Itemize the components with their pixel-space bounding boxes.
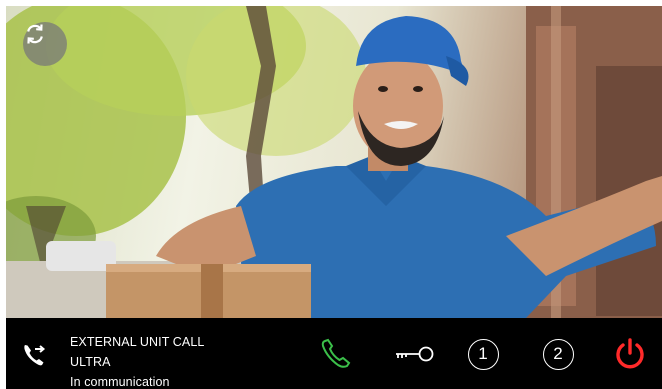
phone-answer-icon [321,338,351,368]
call-info: EXTERNAL UNIT CALL ULTRA In communicatio… [70,332,204,389]
relay-1-label: 1 [467,338,499,370]
intercom-screen: EXTERNAL UNIT CALL ULTRA In communicatio… [6,6,662,389]
power-icon [616,338,644,369]
answer-button[interactable] [319,336,355,372]
call-unit: ULTRA [70,355,111,369]
rotate-camera-button[interactable] [23,22,67,66]
key-unlock-icon [396,346,434,362]
rotate-camera-icon [27,24,43,44]
door-open-button[interactable] [392,336,436,372]
call-state: In communication [70,375,170,389]
relay-1-button[interactable]: 1 [465,336,501,372]
video-image [6,6,662,318]
control-bar: EXTERNAL UNIT CALL ULTRA In communicatio… [6,318,662,389]
call-title: EXTERNAL UNIT CALL [70,335,205,349]
relay-2-label: 2 [542,338,574,370]
relay-2-button[interactable]: 2 [540,336,576,372]
video-feed [6,6,662,318]
hang-up-button[interactable] [612,336,648,372]
incoming-call-icon [21,342,47,368]
